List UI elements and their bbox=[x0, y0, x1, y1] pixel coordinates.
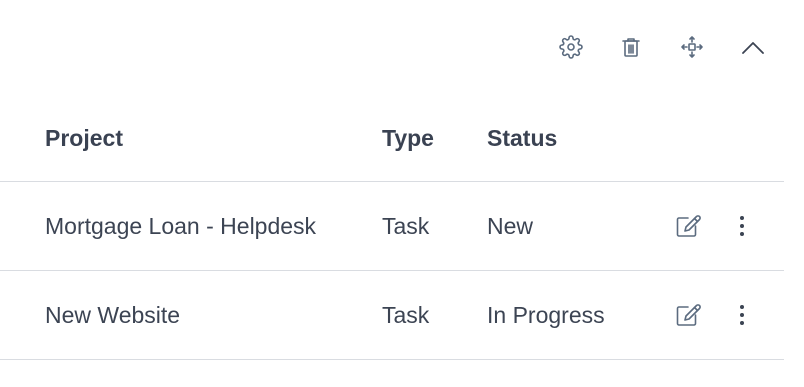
column-header-type[interactable]: Type bbox=[382, 95, 434, 181]
edit-button[interactable] bbox=[672, 271, 704, 359]
column-header-status[interactable]: Status bbox=[487, 95, 557, 181]
column-header-project[interactable]: Project bbox=[45, 95, 123, 181]
edit-icon bbox=[676, 304, 701, 326]
projects-table: Project Type Status Mortgage Loan - Help… bbox=[0, 95, 784, 360]
more-options-button[interactable] bbox=[730, 182, 754, 270]
project-cell: New Website bbox=[45, 301, 181, 328]
chevron-up-icon bbox=[742, 42, 764, 54]
delete-button[interactable] bbox=[615, 31, 647, 63]
status-cell: New bbox=[487, 212, 534, 239]
edit-icon bbox=[676, 215, 701, 237]
edit-button[interactable] bbox=[672, 182, 704, 270]
more-vertical-icon bbox=[740, 216, 744, 236]
status-cell: In Progress bbox=[487, 301, 605, 328]
more-options-button[interactable] bbox=[730, 271, 754, 359]
widget-toolbar bbox=[0, 0, 804, 95]
settings-button[interactable] bbox=[555, 31, 587, 63]
project-cell: Mortgage Loan - Helpdesk bbox=[45, 212, 317, 239]
type-cell: Task bbox=[382, 212, 430, 239]
type-cell: Task bbox=[382, 301, 430, 328]
collapse-button[interactable] bbox=[737, 31, 769, 63]
table-row[interactable]: New Website Task In Progress bbox=[0, 271, 784, 360]
trash-icon bbox=[622, 38, 640, 57]
more-vertical-icon bbox=[740, 305, 744, 325]
move-button[interactable] bbox=[676, 31, 708, 63]
gear-icon bbox=[559, 35, 583, 59]
table-row[interactable]: Mortgage Loan - Helpdesk Task New bbox=[0, 182, 784, 271]
table-header: Project Type Status bbox=[0, 95, 784, 182]
move-icon bbox=[681, 36, 703, 58]
